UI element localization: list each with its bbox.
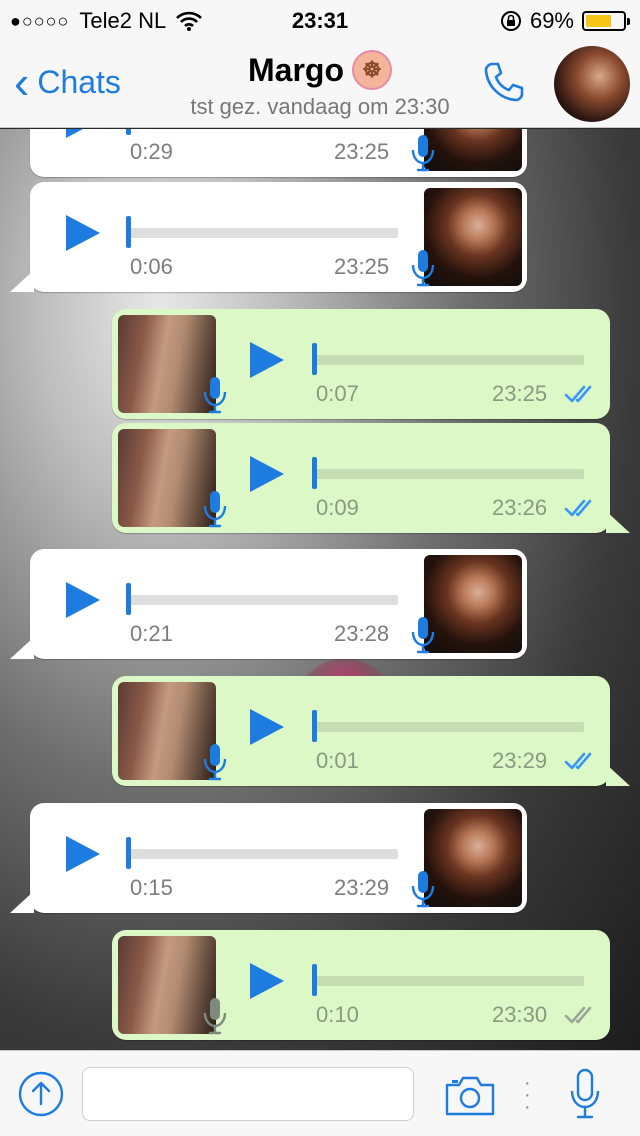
microphone-icon: [203, 377, 227, 414]
microphone-icon: [203, 998, 227, 1035]
play-icon[interactable]: [66, 129, 100, 138]
microphone-icon: [411, 250, 435, 287]
audio-progress-track[interactable]: [126, 216, 398, 248]
microphone-icon: [411, 871, 435, 908]
play-icon[interactable]: [66, 215, 100, 251]
audio-progress-knob[interactable]: [126, 129, 131, 135]
audio-progress-knob[interactable]: [312, 457, 317, 489]
voice-duration: 0:10: [316, 1002, 359, 1027]
voice-duration: 0:15: [130, 875, 173, 900]
microphone-icon: [411, 617, 435, 654]
separator-dots: · · ·: [524, 1072, 531, 1118]
message-input[interactable]: [82, 1067, 414, 1121]
voice-duration: 0:09: [316, 495, 359, 520]
microphone-icon: [411, 135, 435, 172]
battery-percent: 69%: [529, 8, 574, 33]
audio-progress-knob[interactable]: [126, 216, 131, 248]
audio-progress-track[interactable]: [312, 343, 584, 375]
message-timestamp: 23:25: [334, 254, 390, 279]
voice-message[interactable]: 0:06 23:25: [10, 182, 527, 292]
voice-message[interactable]: 0:21 23:28: [10, 549, 527, 659]
audio-progress-knob[interactable]: [312, 964, 317, 996]
message-timestamp: 23:25: [492, 381, 548, 406]
voice-message[interactable]: 0:10 23:30: [112, 930, 610, 1040]
voice-duration: 0:06: [130, 254, 173, 279]
microphone-icon: [203, 744, 227, 781]
play-icon[interactable]: [66, 582, 100, 618]
orientation-lock-icon: [500, 11, 521, 31]
voice-message[interactable]: 0:15 23:29: [10, 803, 527, 913]
message-timestamp: 23:25: [334, 139, 390, 164]
double-check-icon: [564, 385, 592, 403]
audio-progress-track[interactable]: [126, 837, 398, 869]
message-timestamp: 23:29: [492, 748, 548, 773]
share-icon[interactable]: [18, 1071, 64, 1117]
status-bar: ●○○○○ Tele2 NL 23:31 69%: [0, 0, 640, 40]
sender-photo: [424, 555, 522, 653]
play-icon[interactable]: [250, 456, 284, 492]
play-icon[interactable]: [250, 963, 284, 999]
audio-progress-knob[interactable]: [312, 343, 317, 375]
audio-progress-track[interactable]: [126, 583, 398, 615]
contact-info[interactable]: Margo ☸ tst gez. vandaag om 23:30: [0, 50, 640, 120]
contact-name: Margo: [248, 51, 344, 88]
sender-photo: [424, 129, 522, 171]
voice-message[interactable]: 0:29 23:25: [30, 129, 527, 177]
message-timestamp: 23:26: [492, 495, 548, 520]
voice-message[interactable]: 0:09 23:26: [112, 423, 630, 533]
voice-duration: 0:01: [316, 748, 359, 773]
microphone-icon[interactable]: [568, 1067, 602, 1121]
contact-avatar[interactable]: [554, 46, 630, 122]
message-timestamp: 23:28: [334, 621, 390, 646]
audio-progress-knob[interactable]: [126, 837, 131, 869]
double-check-icon: [564, 1006, 592, 1024]
voice-duration: 0:07: [316, 381, 359, 406]
battery-icon: [582, 11, 630, 31]
last-seen-status: tst gez. vandaag om 23:30: [190, 94, 450, 119]
battery-level: [586, 15, 611, 27]
double-check-icon: [564, 752, 592, 770]
audio-progress-knob[interactable]: [126, 583, 131, 615]
gesture-emoji-icon: ☸: [352, 50, 392, 90]
play-icon[interactable]: [250, 709, 284, 745]
double-check-icon: [564, 499, 592, 517]
play-icon[interactable]: [66, 836, 100, 872]
audio-progress-track[interactable]: [312, 457, 584, 489]
message-timestamp: 23:29: [334, 875, 390, 900]
microphone-icon: [203, 491, 227, 528]
sender-photo: [424, 188, 522, 286]
voice-message[interactable]: 0:07 23:25: [112, 309, 610, 419]
voice-duration: 0:21: [130, 621, 173, 646]
camera-icon[interactable]: [444, 1073, 496, 1117]
audio-progress-track[interactable]: [312, 710, 584, 742]
play-icon[interactable]: [250, 342, 284, 378]
message-list[interactable]: 0:29 23:25 0:06 23:25 0:07 23:25 0:09 23:26 0:21…: [0, 129, 640, 1050]
voice-duration: 0:29: [130, 139, 173, 164]
conversation-header: ‹ Chats Margo ☸ tst gez. vandaag om 23:3…: [0, 40, 640, 128]
audio-progress-knob[interactable]: [312, 710, 317, 742]
message-timestamp: 23:30: [492, 1002, 548, 1027]
audio-progress-track[interactable]: [312, 964, 584, 996]
voice-message[interactable]: 0:01 23:29: [112, 676, 630, 786]
sender-photo: [424, 809, 522, 907]
phone-icon[interactable]: [480, 58, 528, 106]
compose-bar: · · ·: [0, 1050, 640, 1136]
